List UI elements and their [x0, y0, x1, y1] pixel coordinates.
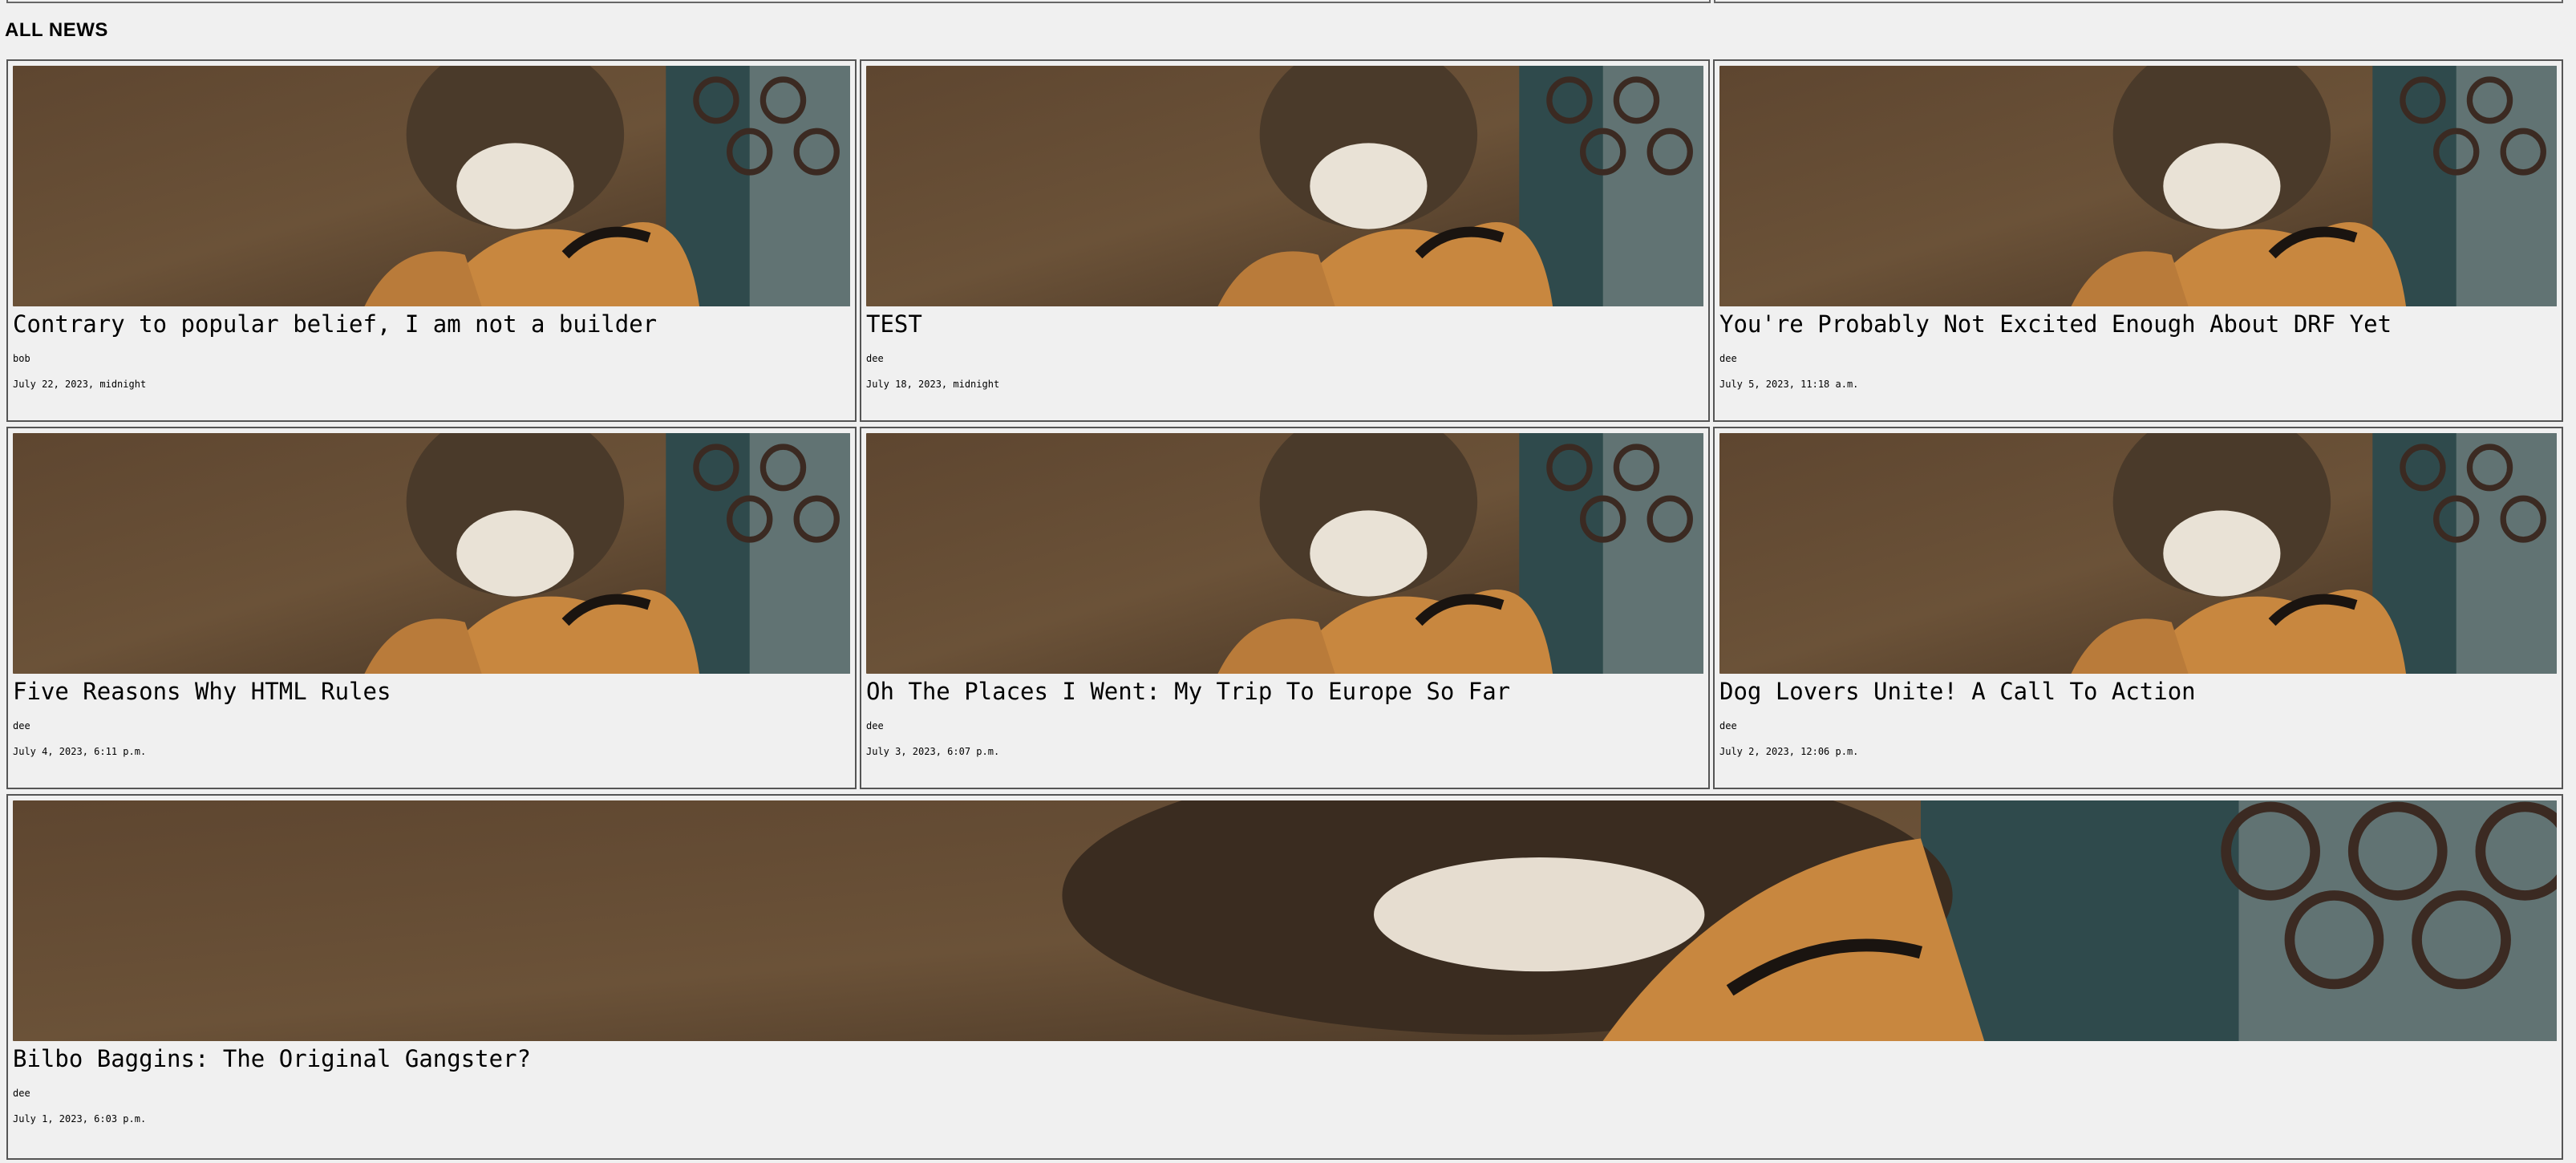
news-author: bob	[13, 353, 30, 364]
news-author: dee	[866, 353, 884, 364]
news-date: July 5, 2023, 11:18 a.m.	[1719, 379, 1859, 390]
news-title-link[interactable]: Contrary to popular belief, I am not a b…	[13, 310, 850, 338]
news-author: dee	[1719, 353, 1737, 364]
news-date: July 4, 2023, 6:11 p.m.	[13, 746, 147, 757]
news-author: dee	[1719, 720, 1737, 731]
tiger-photo-icon[interactable]	[13, 800, 2557, 1041]
news-grid: Contrary to popular belief, I am not a b…	[6, 59, 2563, 1160]
tiger-photo-icon[interactable]	[13, 66, 850, 306]
tiger-photo-icon[interactable]	[866, 433, 1703, 674]
news-card[interactable]: Contrary to popular belief, I am not a b…	[6, 59, 857, 422]
section-title: ALL NEWS	[5, 19, 108, 41]
news-card[interactable]: Five Reasons Why HTML Rules dee July 4, …	[6, 427, 857, 789]
news-date: July 18, 2023, midnight	[866, 379, 1000, 390]
tiger-photo-icon[interactable]	[1719, 66, 2557, 306]
news-title-link[interactable]: Oh The Places I Went: My Trip To Europe …	[866, 677, 1703, 706]
tiger-photo-icon[interactable]	[866, 66, 1703, 306]
news-title-link[interactable]: You're Probably Not Excited Enough About…	[1719, 310, 2557, 338]
news-date: July 22, 2023, midnight	[13, 379, 147, 390]
news-title-link[interactable]: Dog Lovers Unite! A Call To Action	[1719, 677, 2557, 706]
news-author: dee	[13, 1088, 30, 1099]
news-title-link[interactable]: Five Reasons Why HTML Rules	[13, 677, 850, 706]
news-card[interactable]: You're Probably Not Excited Enough About…	[1713, 59, 2563, 422]
news-date: July 3, 2023, 6:07 p.m.	[866, 746, 1000, 757]
news-title-link[interactable]: Bilbo Baggins: The Original Gangster?	[13, 1044, 2557, 1073]
news-card[interactable]: Oh The Places I Went: My Trip To Europe …	[860, 427, 1710, 789]
tiger-photo-icon[interactable]	[13, 433, 850, 674]
news-card-wide[interactable]: Bilbo Baggins: The Original Gangster? de…	[6, 794, 2563, 1160]
news-date: July 2, 2023, 12:06 p.m.	[1719, 746, 1859, 757]
tiger-photo-icon[interactable]	[1719, 433, 2557, 674]
news-author: dee	[866, 720, 884, 731]
news-card[interactable]: TEST dee July 18, 2023, midnight	[860, 59, 1710, 422]
news-card[interactable]: Dog Lovers Unite! A Call To Action dee J…	[1713, 427, 2563, 789]
news-author: dee	[13, 720, 30, 731]
previous-row-card-edge	[6, 0, 1711, 3]
news-title-link[interactable]: TEST	[866, 310, 1703, 338]
previous-row-card-edge	[1714, 0, 2563, 3]
news-date: July 1, 2023, 6:03 p.m.	[13, 1113, 147, 1125]
